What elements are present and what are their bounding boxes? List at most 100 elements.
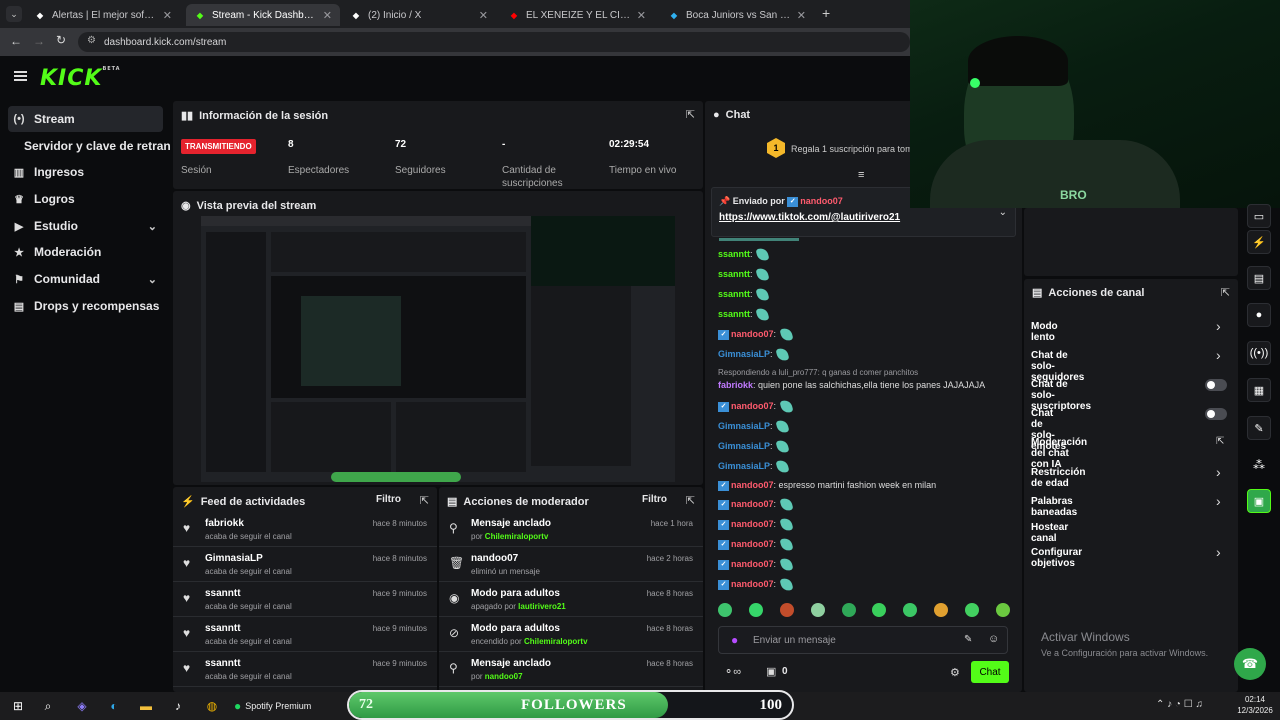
chat-message[interactable]: ssanntt: (718, 246, 770, 263)
document-icon[interactable]: ▤ (1247, 266, 1271, 290)
sidebar-item[interactable]: ⚑ Comunidad ⌄ (8, 266, 163, 292)
tab-search-icon[interactable]: ⌄ (6, 6, 22, 22)
mod-action-user[interactable]: Chilemiraloportv (485, 532, 549, 541)
browser-tab[interactable]: ◆ Alertas | El mejor software para ✕ (26, 4, 180, 26)
chat-message[interactable]: GimnasiaLP: (718, 438, 790, 455)
layout-icon[interactable]: ▦ (1247, 378, 1271, 402)
feed-row[interactable]: ♥ ssanntt acaba de seguir el canal hace 9 m… (173, 582, 437, 617)
share-icon[interactable]: ⁂ (1253, 458, 1265, 472)
collapse-icon[interactable]: ≡ (858, 169, 864, 181)
chat-message[interactable]: ✓ nandoo07: (718, 326, 794, 343)
bolt-icon[interactable]: ⚡ (1247, 230, 1271, 254)
close-tab-icon[interactable]: ✕ (637, 9, 646, 22)
browser-tab[interactable]: ◆ Boca Juniors vs San Lorenzo - r ✕ (660, 4, 814, 26)
feed-row[interactable]: ♥ ssanntt acaba de seguir el canal hace 9 m… (173, 617, 437, 652)
gift-icon[interactable]: ▣ (766, 665, 776, 678)
pinned-link[interactable]: https://www.tiktok.com/@lautirivero21 (719, 212, 900, 223)
chat-username[interactable]: nandoo07 (731, 559, 774, 569)
mod-action-row[interactable]: ⚲ Mensaje anclado por Chilemiraloportv hace… (439, 512, 703, 547)
feed-row[interactable]: ♥ ssanntt acaba de seguir el canal hace 9 m… (173, 652, 437, 687)
feed-row[interactable]: ♥ fabriokk acaba de seguir el canal hace 8 … (173, 512, 437, 547)
kick-logo[interactable]: KICKBETA (40, 66, 121, 91)
copilot-icon[interactable]: ◈ (72, 696, 92, 716)
mod-action-row[interactable]: ⚲ Mensaje anclado por nandoo07 hace 8 horas (439, 652, 703, 687)
windows-start-icon[interactable]: ⊞ (8, 696, 28, 716)
browser-tab[interactable]: ◆ (2) Inicio / X ✕ (342, 4, 496, 26)
emote-icon[interactable] (810, 603, 825, 617)
emote-icon[interactable] (934, 603, 949, 617)
emote-icon[interactable] (995, 603, 1010, 617)
settings-gear-icon[interactable]: ⚙ (950, 666, 960, 679)
chat-reply-context[interactable]: Respondiendo a luli_pro777: q ganas d co… (718, 368, 918, 377)
chat-username[interactable]: ssanntt (718, 249, 750, 259)
chrome-icon[interactable]: ◍ (202, 696, 222, 716)
chat-username[interactable]: GimnasiaLP (718, 461, 770, 471)
chat-message[interactable]: ✓ nandoo07: (718, 398, 794, 415)
close-tab-icon[interactable]: ✕ (163, 9, 172, 22)
feed-username[interactable]: ssanntt (205, 658, 241, 669)
feed-username[interactable]: fabriokk (205, 518, 244, 529)
mod-action-row[interactable]: ⊘ Modo para adultos encendido por Chilemir… (439, 617, 703, 652)
feed-filter-button[interactable]: Filtro (376, 494, 401, 505)
browser-tab[interactable]: ◆ Stream - Kick Dashboard ✕ (186, 4, 340, 26)
mod-action-row[interactable]: ◉ Modo para adultos apagado por lautiriver… (439, 582, 703, 617)
url-input[interactable]: ⚙ dashboard.kick.com/stream (78, 32, 910, 52)
emote-icon[interactable] (748, 603, 763, 617)
new-tab-button[interactable]: + (822, 5, 830, 21)
clock-date[interactable]: 12/3/2026 (1234, 706, 1276, 715)
close-tab-icon[interactable]: ✕ (479, 9, 488, 22)
emote-icon[interactable] (965, 603, 979, 617)
chat-username[interactable]: nandoo07 (731, 519, 774, 529)
chat-username[interactable]: GimnasiaLP (718, 349, 770, 359)
sidebar-item[interactable]: (•) Stream (8, 106, 163, 132)
chat-message[interactable]: ✓ nandoo07: (718, 496, 794, 513)
actions-popout-icon[interactable]: ⇱ (1221, 286, 1230, 299)
mod-filter-button[interactable]: Filtro (642, 494, 667, 505)
sidebar-item[interactable]: ♛ Logros (8, 186, 163, 212)
feed-row[interactable]: ♥ GimnasiaLP acaba de seguir el canal hace … (173, 547, 437, 582)
chat-username[interactable]: nandoo07 (731, 480, 774, 490)
chat-username[interactable]: nandoo07 (731, 499, 774, 509)
chat-message[interactable]: ✓ nandoo07: espresso martini fashion week… (718, 480, 936, 491)
mod-action-row[interactable]: 🗑 nandoo07 eliminó un mensaje hace 2 horas (439, 547, 703, 582)
support-icon[interactable]: ☎ (1234, 648, 1266, 680)
chat-message[interactable]: fabriokk: quien pone las salchichas,ella… (718, 380, 985, 390)
chat-username[interactable]: ssanntt (718, 309, 750, 319)
sidebar-item[interactable]: ▥ Ingresos (8, 159, 163, 185)
toggle-switch[interactable] (1205, 379, 1227, 391)
chat-input[interactable]: ● Enviar un mensaje ✎ ☺ (718, 626, 1008, 654)
toolbar-icon[interactable]: ▭ (1247, 204, 1271, 228)
chat-username[interactable]: ssanntt (718, 269, 750, 279)
feed-popout-icon[interactable]: ⇱ (420, 494, 429, 507)
file-explorer-icon[interactable]: ▬ (136, 696, 156, 716)
reload-icon[interactable]: ↻ (56, 33, 66, 47)
emote-icon[interactable] (841, 603, 856, 617)
tray-icons[interactable]: ⌃ ♪ ◔ ☐ ♫ (1156, 699, 1203, 710)
gift-sub-text[interactable]: Regala 1 suscripción para toma (791, 144, 918, 154)
microphone-icon[interactable]: ● (731, 633, 738, 647)
chat-message[interactable]: ssanntt: (718, 266, 770, 283)
close-tab-icon[interactable]: ✕ (323, 9, 332, 22)
broadcast-icon[interactable]: ((•)) (1247, 341, 1271, 365)
back-icon[interactable]: ← (10, 34, 22, 48)
emote-icon[interactable] (718, 603, 732, 617)
chat-username[interactable]: nandoo07 (731, 401, 774, 411)
emote-icon[interactable] (903, 603, 918, 617)
emote-icon[interactable] (779, 603, 794, 617)
sidebar-item[interactable]: ★ Moderación (8, 239, 163, 265)
chat-message[interactable]: ✓ nandoo07: (718, 536, 794, 553)
mod-action-user[interactable]: nandoo07 (485, 672, 523, 681)
edge-icon[interactable]: ◐ (104, 696, 124, 716)
mod-action-user[interactable]: Chilemiraloportv (524, 637, 588, 646)
translate-icon[interactable]: ✎ (964, 634, 972, 645)
menu-icon[interactable] (14, 71, 27, 81)
feed-username[interactable]: ssanntt (205, 588, 241, 599)
chat-message[interactable]: GimnasiaLP: (718, 346, 790, 363)
browser-tab[interactable]: ◆ EL XENEIZE Y EL CICLÓN EMPA ✕ (500, 4, 654, 26)
stream-preview-video[interactable] (201, 216, 675, 482)
site-info-icon[interactable]: ⚙ (87, 35, 96, 46)
chat-username[interactable]: ssanntt (718, 289, 750, 299)
pinned-by-user[interactable]: nandoo07 (800, 196, 843, 206)
chat-message[interactable]: ssanntt: (718, 286, 770, 303)
wrench-icon[interactable]: ✎ (1247, 416, 1271, 440)
